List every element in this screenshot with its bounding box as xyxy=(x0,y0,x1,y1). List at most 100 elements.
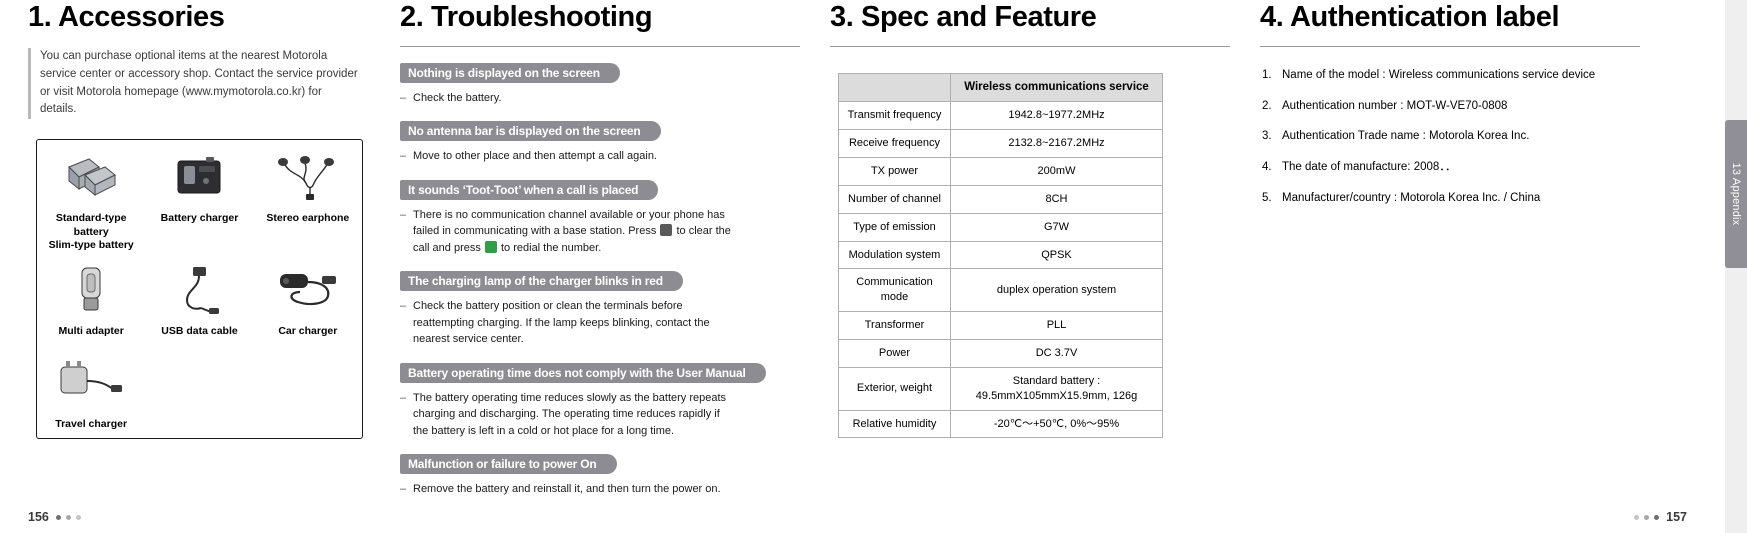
spec-value: -20℃～+50℃, 0%～95% xyxy=(950,409,1163,439)
list-item: 1. Name of the model : Wireless communica… xyxy=(1262,67,1680,84)
accessory-item: Travel charger xyxy=(37,346,145,439)
troubleshooting-body: – Check the battery position or clean th… xyxy=(400,298,800,348)
spec-value: 200mW xyxy=(950,157,1163,186)
dash-marker: – xyxy=(400,391,407,404)
troubleshooting-text: The battery operating time reduces slowl… xyxy=(413,391,727,437)
spec-value: QPSK xyxy=(950,240,1163,270)
intro-accent-bar xyxy=(28,47,31,120)
spec-table: Wireless communications service Transmit… xyxy=(838,72,1163,439)
troubleshooting-heading: Battery operating time does not comply w… xyxy=(400,362,766,383)
table-header-blank xyxy=(838,72,951,103)
accessory-item: Standard-type battery Slim-type battery xyxy=(37,140,145,253)
troubleshooting-heading: Malfunction or failure to power On xyxy=(400,454,617,475)
table-row: Communication mode duplex operation syste… xyxy=(838,268,1163,313)
troubleshooting-text: Check the battery position or clean the … xyxy=(413,300,710,346)
page-dots xyxy=(1634,514,1660,520)
end-key-icon xyxy=(660,224,673,237)
troubleshooting-body: – The battery operating time reduces slo… xyxy=(400,390,800,440)
troubleshooting-text: Check the battery. xyxy=(413,91,502,104)
table-header-row: Wireless communications service xyxy=(838,72,1163,103)
dash-marker: – xyxy=(400,208,407,221)
page-title-authentication: 4. Authentication label xyxy=(1260,1,1560,33)
dot-icon xyxy=(1644,514,1650,520)
travel-charger-icon xyxy=(51,354,131,412)
dot-icon xyxy=(55,514,61,520)
table-header-service: Wireless communications service xyxy=(950,72,1163,103)
spec-value: Standard battery : 49.5mmX105mmX15.9mm, … xyxy=(950,366,1163,411)
accessory-label: Multi adapter xyxy=(58,325,124,338)
dot-icon xyxy=(1634,514,1640,520)
table-row: Number of channel 8CH xyxy=(838,184,1163,214)
list-item: 5. Manufacturer/country : Motorola Korea … xyxy=(1262,190,1680,207)
troubleshooting-body: – Move to other place and then attempt a… xyxy=(400,148,800,165)
list-item: 2. Authentication number : MOT-W-VE70-080… xyxy=(1262,98,1680,115)
dot-icon xyxy=(65,514,71,520)
accessory-empty-cell xyxy=(145,346,253,439)
spec-label: Type of emission xyxy=(838,212,951,242)
dash-marker: – xyxy=(400,483,407,496)
troubleshooting-text: Remove the battery and reinstall it, and… xyxy=(413,483,721,496)
spec-label: Communication mode xyxy=(838,268,951,313)
accessory-item: Multi adapter xyxy=(37,253,145,346)
chapter-tab-label: 13 Appendix xyxy=(1730,162,1742,226)
authentication-list: 1. Name of the model : Wireless communica… xyxy=(1262,67,1680,206)
dot-icon xyxy=(75,514,81,520)
accessories-intro-text: You can purchase optional items at the n… xyxy=(40,49,358,116)
spec-value: 2132.8~2167.2MHz xyxy=(950,129,1163,159)
page-title-spec: 3. Spec and Feature xyxy=(830,1,1097,33)
accessory-label: Stereo earphone xyxy=(266,212,350,225)
accessory-item: Car charger xyxy=(254,253,362,346)
troubleshooting-text: Move to other place and then attempt a c… xyxy=(413,150,657,163)
spec-value: 1942.8~1977.2MHz xyxy=(950,101,1163,131)
list-item-text: The date of manufacture: 2008．． xyxy=(1282,160,1457,173)
send-key-icon xyxy=(484,240,497,253)
accessory-item: USB data cable xyxy=(145,253,253,346)
dash-marker: – xyxy=(400,91,407,104)
troubleshooting-body: – There is no communication channel avai… xyxy=(400,207,800,257)
car-charger-icon xyxy=(270,261,346,319)
divider xyxy=(1260,45,1640,47)
battery-charger-icon xyxy=(168,148,230,206)
page-title-troubleshooting: 2. Troubleshooting xyxy=(400,1,653,33)
section-troubleshooting: 2. Troubleshooting Nothing is displayed … xyxy=(370,0,800,533)
spec-label: Number of channel xyxy=(838,184,951,214)
page-number-right: 157 xyxy=(1666,510,1687,524)
spec-label: TX power xyxy=(838,157,951,186)
table-row: Exterior, weight Standard battery : 49.5m… xyxy=(838,366,1163,411)
divider xyxy=(400,45,800,47)
table-row: Receive frequency 2132.8~2167.2MHz xyxy=(838,129,1163,159)
dot-icon xyxy=(1654,514,1660,520)
page-number-left: 156 xyxy=(28,510,49,524)
dash-marker: – xyxy=(400,150,407,163)
multi-adapter-icon xyxy=(66,261,116,319)
list-item-text: Authentication number : MOT-W-VE70-0808 xyxy=(1282,99,1508,112)
list-item-number: 4. xyxy=(1262,160,1272,173)
manual-spread: 1. Accessories You can purchase optional… xyxy=(0,0,1747,533)
section-authentication: 4. Authentication label 1. Name of the mo… xyxy=(1230,0,1680,533)
footer-left: 156 xyxy=(28,510,81,524)
spec-label: Transmit frequency xyxy=(838,101,951,131)
list-item-text: Name of the model : Wireless communicati… xyxy=(1282,68,1596,81)
usb-data-cable-icon xyxy=(171,261,227,319)
table-row: Power DC 3.7V xyxy=(838,339,1163,368)
accessory-item: Battery charger xyxy=(145,140,253,253)
page-title-accessories: 1. Accessories xyxy=(28,1,225,33)
list-item-number: 1. xyxy=(1262,68,1272,81)
dash-marker: – xyxy=(400,300,407,313)
table-row: Relative humidity -20℃～+50℃, 0%～95% xyxy=(838,409,1163,439)
spec-value: 8CH xyxy=(950,184,1163,214)
list-item: 4. The date of manufacture: 2008．． xyxy=(1262,159,1680,176)
table-row: Transformer PLL xyxy=(838,311,1163,340)
table-row: TX power 200mW xyxy=(838,157,1163,186)
stereo-earphone-icon xyxy=(270,148,346,206)
spec-label: Exterior, weight xyxy=(838,366,951,411)
troubleshooting-body: – Remove the battery and reinstall it, a… xyxy=(400,481,800,498)
divider xyxy=(830,45,1230,47)
list-item-number: 5. xyxy=(1262,191,1272,204)
accessory-empty-cell xyxy=(254,346,362,439)
troubleshooting-heading: The charging lamp of the charger blinks … xyxy=(400,271,683,292)
accessory-label: Travel charger xyxy=(55,417,128,430)
chapter-tab: 13 Appendix xyxy=(1725,120,1747,268)
section-spec: 3. Spec and Feature Wireless communicati… xyxy=(800,0,1230,533)
list-item-number: 2. xyxy=(1262,99,1272,112)
